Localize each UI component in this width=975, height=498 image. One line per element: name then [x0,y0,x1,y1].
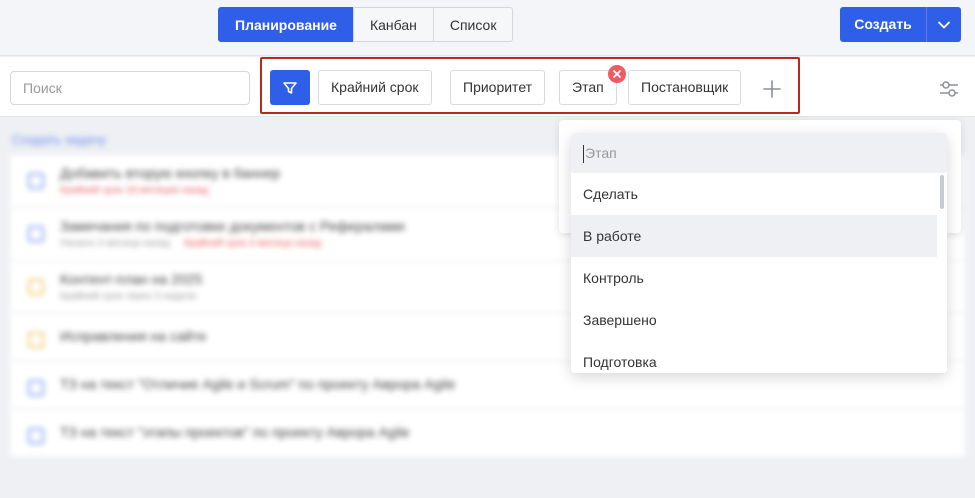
filter-button[interactable] [270,70,310,105]
task-deadline: Крайний срок 18 месяцев назад [60,185,209,196]
task-checkbox[interactable] [28,173,44,189]
close-circle-icon[interactable] [608,65,626,83]
stage-option-done[interactable]: Завершено [571,299,937,341]
search-input[interactable]: Поиск [10,71,250,105]
filter-chip-priority[interactable]: Приоритет [450,70,546,105]
stage-option-in-progress[interactable]: В работе [571,215,937,257]
chevron-down-icon [938,21,950,29]
task-checkbox[interactable] [28,380,44,396]
task-checkbox[interactable] [28,332,44,348]
tab-planning[interactable]: Планирование [218,7,354,42]
task-start: Начало 4 месяца назад [60,238,170,249]
tab-kanban[interactable]: Канбан [352,7,434,42]
stage-option-review[interactable]: Контроль [571,257,937,299]
create-button-group: Создать [840,7,961,42]
task-deadline: Крайний срок 4 месяца назад [183,238,322,249]
filter-bar: Поиск Крайний срок Приоритет Этап Постан… [0,57,975,117]
view-switcher: Планирование Канбан Список [218,7,514,42]
task-checkbox[interactable] [28,279,44,295]
dropdown-scrollbar[interactable] [940,175,944,209]
top-bar: Планирование Канбан Список Создать [0,0,975,56]
filter-chip-deadline[interactable]: Крайний срок [318,70,432,105]
plus-icon[interactable] [762,79,782,99]
task-deadline: Крайний срок через 3 недели [60,291,197,302]
stage-dropdown: Этап Сделать В работе Контроль Завершено… [571,133,947,373]
filter-icon [283,81,297,94]
create-button[interactable]: Создать [840,7,927,42]
sliders-icon[interactable] [938,79,960,99]
tab-list[interactable]: Список [432,7,514,42]
task-checkbox[interactable] [28,226,44,242]
stage-search-input[interactable]: Этап [571,133,947,173]
task-checkbox[interactable] [28,428,44,444]
stage-option-preparation[interactable]: Подготовка [571,341,937,373]
create-menu-button[interactable] [927,7,961,42]
stage-search-placeholder: Этап [585,145,617,161]
filter-chip-author[interactable]: Постановщик [628,70,742,105]
stage-option-todo[interactable]: Сделать [571,173,937,215]
table-row[interactable]: ТЗ на текст "этапы проектов" по проекту … [10,410,965,458]
task-title: ТЗ на текст "этапы проектов" по проекту … [60,424,410,440]
text-cursor [583,145,584,164]
